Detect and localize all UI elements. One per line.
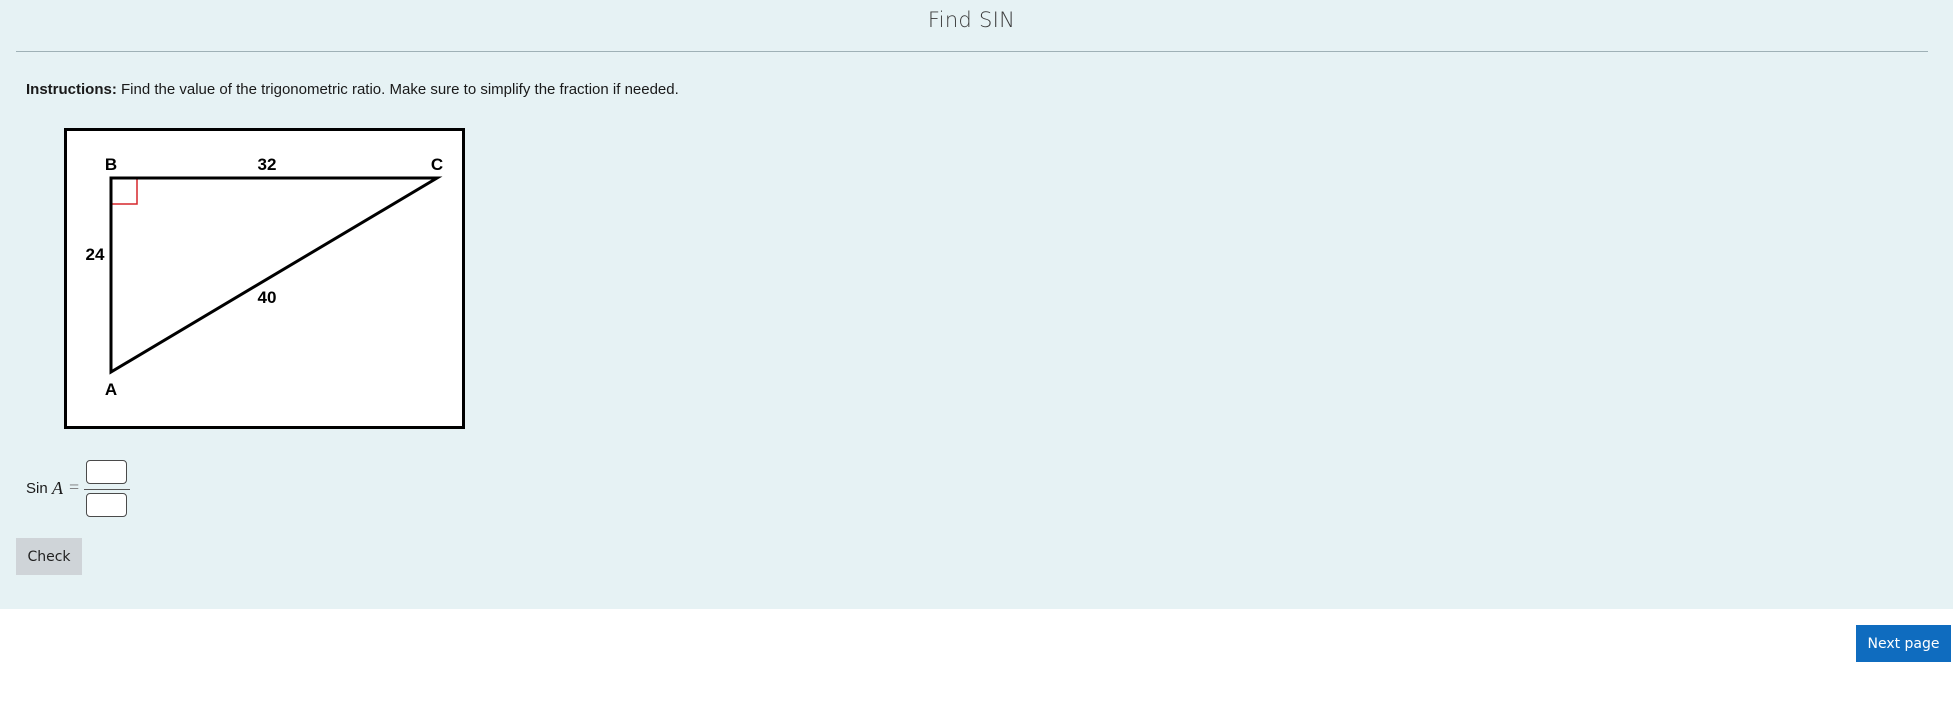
question-panel: Find SIN Instructions: Find the value of…	[0, 0, 1953, 609]
instructions-label: Instructions:	[26, 81, 117, 98]
vertex-label-a: A	[105, 380, 117, 399]
side-label-ac: 40	[258, 288, 277, 307]
answer-row: Sin A =	[26, 458, 226, 522]
vertex-label-b: B	[105, 155, 117, 174]
instructions-text: Find the value of the trigonometric rati…	[116, 81, 679, 98]
equals-sign: =	[69, 477, 80, 497]
check-button[interactable]: Check	[16, 538, 82, 575]
page-title: Find SIN	[927, 8, 1016, 32]
vertex-label-c: C	[431, 155, 443, 174]
side-label-bc: 32	[258, 155, 277, 174]
triangle-figure: B C A 32 24 40	[64, 128, 465, 429]
figure-frame	[64, 128, 465, 429]
answer-prefix: Sin	[26, 480, 48, 497]
title-divider	[16, 51, 1928, 52]
side-label-ab: 24	[86, 245, 105, 264]
fraction-bar	[84, 489, 130, 490]
numerator-input[interactable]	[86, 460, 127, 484]
denominator-input[interactable]	[86, 493, 127, 517]
next-page-button[interactable]: Next page	[1856, 625, 1951, 662]
instructions: Instructions: Find the value of the trig…	[26, 81, 679, 98]
answer-variable: A	[52, 478, 63, 498]
